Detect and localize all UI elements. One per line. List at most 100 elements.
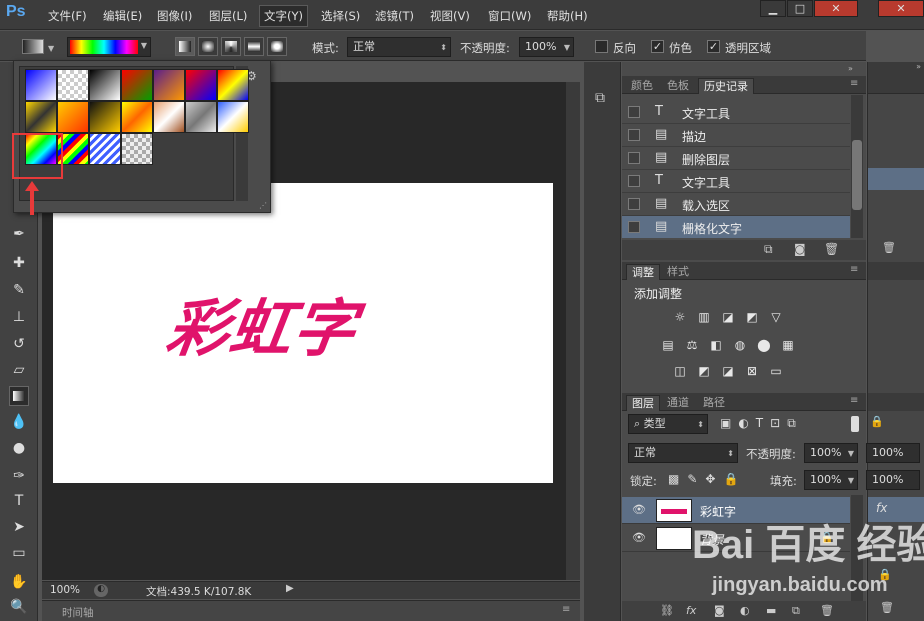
gradient-swatch[interactable] [121, 101, 153, 133]
brightness-icon[interactable]: ☼ [672, 310, 688, 324]
gradient-swatch[interactable] [121, 133, 153, 165]
history-item[interactable]: ▤ 载入选区 [622, 193, 850, 216]
layer-fill-input[interactable]: 100% ▼ [804, 470, 858, 490]
eraser-icon[interactable]: ▱ [9, 360, 29, 380]
pen-icon[interactable]: ✑ [9, 466, 29, 486]
history-checkbox[interactable] [628, 175, 640, 187]
history-brush-icon[interactable]: ↺ [9, 334, 29, 354]
reflected-gradient-button[interactable] [244, 37, 264, 56]
tab-styles[interactable]: 样式 [662, 264, 694, 280]
secondary-selected-row[interactable] [868, 168, 924, 190]
vertical-scrollbar[interactable] [566, 82, 580, 580]
gradient-swatch[interactable] [89, 133, 121, 165]
rectangle-icon[interactable]: ▭ [9, 543, 29, 563]
diamond-gradient-button[interactable] [267, 37, 287, 56]
camera-icon[interactable]: ◙ [794, 242, 806, 256]
gradient-swatch[interactable] [185, 101, 217, 133]
close-button-secondary[interactable]: ✕ [878, 0, 924, 17]
tab-paths[interactable]: 路径 [698, 395, 730, 411]
history-checkbox[interactable] [628, 221, 640, 233]
trash-icon[interactable]: 🗑 [880, 601, 894, 614]
new-document-icon[interactable]: ⧉ [764, 242, 773, 257]
type-tool-icon[interactable]: T [9, 491, 29, 511]
menu-select[interactable]: 选择(S) [321, 8, 360, 24]
gradient-swatch[interactable] [185, 69, 217, 101]
path-selection-icon[interactable]: ➤ [9, 517, 29, 537]
fx-icon[interactable]: fx [686, 604, 696, 617]
secondary-opacity[interactable]: 100% [866, 443, 920, 463]
gradient-swatch[interactable] [57, 101, 89, 133]
maximize-button[interactable]: □ [787, 0, 813, 17]
gradient-swatch[interactable] [217, 101, 249, 133]
menu-help[interactable]: 帮助(H) [547, 8, 588, 24]
history-item[interactable]: ▤ 描边 [622, 124, 850, 147]
blend-mode-select[interactable]: 正常 ⬍ [347, 37, 451, 57]
zoom-level[interactable]: 100% [50, 584, 80, 596]
hand-icon[interactable]: ✋ [9, 572, 29, 592]
menu-type[interactable]: 文字(Y) [259, 5, 308, 27]
menu-image[interactable]: 图像(I) [157, 8, 192, 24]
panel-collapse-icon[interactable]: » [848, 64, 853, 73]
history-item-selected[interactable]: ▤ 栅格化文字 [622, 216, 850, 238]
curves-icon[interactable]: ◪ [720, 310, 736, 324]
dodge-icon[interactable]: ● [9, 438, 29, 458]
history-checkbox[interactable] [628, 198, 640, 210]
angle-gradient-button[interactable] [221, 37, 241, 56]
trash-icon[interactable]: 🗑 [824, 242, 839, 256]
history-checkbox[interactable] [628, 106, 640, 118]
reverse-checkbox[interactable] [595, 40, 608, 53]
gradient-map-icon[interactable]: ▭ [768, 364, 784, 378]
menu-edit[interactable]: 编辑(E) [103, 8, 142, 24]
close-button[interactable]: ✕ [814, 0, 858, 17]
history-scrollbar[interactable] [851, 95, 863, 238]
linear-gradient-button[interactable] [175, 37, 195, 56]
posterize-icon[interactable]: ◩ [696, 364, 712, 378]
tab-swatches[interactable]: 色板 [662, 78, 694, 94]
lock-icons[interactable]: ▩✎✥🔒 [668, 472, 746, 486]
mask-icon[interactable]: ◙ [714, 604, 725, 617]
photo-filter-icon[interactable]: ◍ [732, 338, 748, 352]
zoom-icon[interactable]: 🔍 [9, 597, 29, 617]
history-item[interactable]: ▤ 删除图层 [622, 147, 850, 170]
eyedropper-icon[interactable]: ✒ [9, 224, 29, 244]
color-balance-icon[interactable]: ⚖ [684, 338, 700, 352]
gradient-swatch[interactable] [121, 69, 153, 101]
vibrance-icon[interactable]: ▽ [768, 310, 784, 324]
healing-brush-icon[interactable]: ✚ [9, 253, 29, 273]
menu-file[interactable]: 文件(F) [48, 8, 87, 24]
radial-gradient-button[interactable] [198, 37, 218, 56]
black-white-icon[interactable]: ◧ [708, 338, 724, 352]
group-icon[interactable]: ▬ [766, 604, 776, 617]
exposure-icon[interactable]: ◩ [744, 310, 760, 324]
adjustment-layer-icon[interactable]: ◐ [740, 604, 750, 617]
history-checkbox[interactable] [628, 152, 640, 164]
brush-icon[interactable]: ✎ [9, 280, 29, 300]
menu-layer[interactable]: 图层(L) [209, 8, 247, 24]
new-layer-icon[interactable]: ⧉ [792, 604, 800, 618]
trash-icon[interactable]: 🗑 [882, 241, 896, 254]
trash-icon[interactable]: 🗑 [820, 604, 834, 617]
gradient-swatch[interactable] [25, 69, 57, 101]
minimize-button[interactable]: ▁ [760, 0, 786, 17]
gradient-swatch[interactable] [25, 101, 57, 133]
panel-menu-icon[interactable]: ≡ [850, 264, 858, 275]
layer-opacity-input[interactable]: 100% ▼ [804, 443, 858, 463]
link-icon[interactable]: ⛓ [660, 604, 674, 617]
gradient-swatch[interactable] [89, 101, 121, 133]
tab-channels[interactable]: 通道 [662, 395, 694, 411]
levels-icon[interactable]: ▥ [696, 310, 712, 324]
layer-filter-select[interactable]: ⌕ 类型 ⬍ [628, 414, 708, 434]
transparency-checkbox[interactable]: ✓ [707, 40, 720, 53]
gradient-swatch[interactable] [153, 69, 185, 101]
tab-history[interactable]: 历史记录 [698, 78, 754, 94]
color-lookup-icon[interactable]: ▦ [780, 338, 796, 352]
menu-window[interactable]: 窗口(W) [488, 8, 531, 24]
chevron-down-icon[interactable]: ▼ [48, 44, 54, 53]
threshold-icon[interactable]: ◪ [720, 364, 736, 378]
gradient-tool-icon[interactable] [9, 386, 29, 406]
panel-menu-icon[interactable]: ≡ [562, 604, 570, 615]
gradient-swatch[interactable] [153, 101, 185, 133]
gradient-swatch[interactable] [89, 69, 121, 101]
panel-collapse-icon[interactable]: » [868, 62, 924, 76]
dither-checkbox[interactable]: ✓ [651, 40, 664, 53]
